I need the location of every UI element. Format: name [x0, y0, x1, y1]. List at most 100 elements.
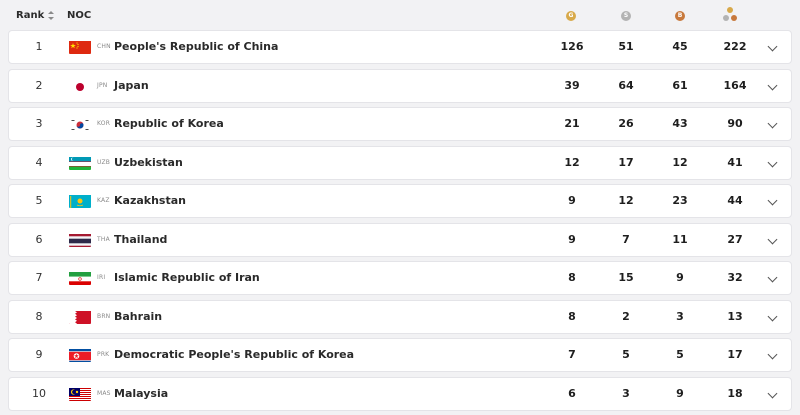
china-flag-icon: [69, 40, 91, 54]
noc-code: IRI: [97, 274, 106, 281]
silver-count: 15: [618, 271, 634, 284]
silver-count: 5: [622, 348, 630, 361]
noc-header-label: NOC: [67, 10, 92, 21]
chevron-down-icon[interactable]: [767, 118, 778, 129]
chevron-down-icon[interactable]: [767, 234, 778, 244]
silver-count: 2: [622, 309, 630, 323]
chevron-down-icon[interactable]: [767, 272, 778, 283]
noc-code: PRK: [97, 351, 110, 358]
sort-arrows-icon[interactable]: [48, 11, 55, 20]
chevron-down-icon[interactable]: [767, 41, 778, 52]
total-count: 222: [723, 40, 747, 53]
bronze-count: 5: [676, 348, 684, 361]
noc-code: UZB: [97, 158, 111, 166]
bronze-count: 3: [676, 309, 684, 323]
chevron-down-icon[interactable]: [767, 311, 778, 321]
noc-code: CHN: [97, 43, 111, 50]
noc-name: Republic of Korea: [114, 117, 224, 130]
rank-cell: 6: [35, 232, 43, 246]
rank-cell: 8: [35, 309, 43, 323]
bronze-medal-icon: B: [675, 11, 685, 21]
total-count: 13: [727, 309, 743, 323]
rank-cell: 7: [35, 271, 43, 284]
noc-code: KAZ: [97, 197, 110, 204]
gold-medal-icon: G: [566, 11, 576, 21]
rank-cell: 4: [35, 155, 43, 169]
silver-count: 17: [618, 155, 634, 169]
table-row[interactable]: 7 IRI Islamic Republic of Iran 8 15 9 32: [8, 261, 792, 295]
gold-count: 8: [568, 309, 576, 323]
table-row[interactable]: 3 KOR Republic of Korea 21 26 43 90: [8, 107, 792, 141]
silver-count: 7: [622, 232, 630, 246]
silver-count: 12: [618, 194, 634, 207]
noc-code: KOR: [97, 120, 111, 127]
silver-medal-icon: S: [621, 11, 631, 21]
chevron-down-icon[interactable]: [767, 195, 778, 206]
malaysia-flag-icon: [69, 387, 91, 401]
bronze-count: 61: [672, 78, 688, 92]
total-count: 164: [723, 78, 747, 92]
table-row[interactable]: 4 UZB Uzbekistan 12 17 12 41: [8, 145, 792, 180]
table-row[interactable]: 9 PRK Democratic People's Republic of Ko…: [8, 338, 792, 372]
gold-count: 7: [568, 348, 576, 361]
total-count: 41: [727, 155, 743, 169]
chevron-down-icon[interactable]: [767, 388, 778, 398]
table-row[interactable]: 10 MAS Malaysia 6 3 9 18: [8, 376, 792, 411]
total-count: 18: [727, 386, 743, 400]
rank-cell: 2: [35, 78, 43, 92]
total-medals-icon: [723, 7, 737, 23]
noc-name: Democratic People's Republic of Korea: [114, 348, 355, 361]
medal-table: 1 CHN People's Republic of China 126 51 …: [8, 30, 792, 415]
japan-flag-icon: [69, 79, 91, 93]
total-count: 32: [727, 271, 743, 284]
noc-name: Islamic Republic of Iran: [114, 271, 260, 284]
silver-count: 3: [622, 386, 630, 400]
noc-name: Japan: [114, 78, 149, 92]
rank-sort-header[interactable]: Rank: [16, 10, 55, 21]
noc-code: JPN: [97, 81, 108, 89]
table-row[interactable]: 2 JPN Japan 39 64 61 164: [8, 68, 792, 103]
bronze-count: 11: [672, 232, 688, 246]
uzbekistan-flag-icon: [69, 156, 91, 170]
chevron-down-icon[interactable]: [767, 80, 778, 90]
table-row[interactable]: 5 KAZ Kazakhstan 9 12 23 44: [8, 184, 792, 218]
table-header: Rank NOC G S B: [0, 0, 800, 30]
noc-name: Malaysia: [114, 386, 169, 400]
total-count: 44: [727, 194, 743, 207]
noc-code: THA: [97, 235, 110, 243]
gold-count: 126: [560, 40, 584, 53]
bahrain-flag-icon: [69, 310, 91, 324]
table-row[interactable]: 8 BRN Bahrain 8 2 3 13: [8, 299, 792, 334]
chevron-down-icon[interactable]: [767, 349, 778, 360]
gold-count: 8: [568, 271, 576, 284]
thailand-flag-icon: [69, 233, 91, 247]
table-row[interactable]: 1 CHN People's Republic of China 126 51 …: [8, 30, 792, 64]
noc-code: BRN: [97, 312, 111, 320]
noc-code: MAS: [97, 389, 111, 397]
total-count: 90: [727, 117, 743, 130]
bronze-count: 45: [672, 40, 688, 53]
bronze-count: 23: [672, 194, 688, 207]
rank-cell: 1: [35, 40, 43, 53]
gold-count: 12: [564, 155, 580, 169]
silver-count: 51: [618, 40, 634, 53]
rank-header-label: Rank: [16, 10, 45, 21]
noc-name: Thailand: [114, 232, 168, 246]
noc-name: People's Republic of China: [114, 40, 279, 53]
chevron-down-icon[interactable]: [767, 157, 778, 167]
iran-flag-icon: [69, 271, 91, 285]
kazakhstan-flag-icon: [69, 194, 91, 208]
table-row[interactable]: 6 THA Thailand 9 7 11 27: [8, 222, 792, 257]
rank-cell: 3: [35, 117, 43, 130]
noc-name: Uzbekistan: [114, 155, 183, 169]
gold-count: 9: [568, 194, 576, 207]
bronze-count: 12: [672, 155, 688, 169]
rank-cell: 9: [35, 348, 43, 361]
silver-count: 64: [618, 78, 634, 92]
bronze-count: 43: [672, 117, 688, 130]
gold-count: 21: [564, 117, 580, 130]
gold-count: 9: [568, 232, 576, 246]
rank-cell: 5: [35, 194, 43, 207]
gold-count: 39: [564, 78, 580, 92]
noc-name: Bahrain: [114, 309, 163, 323]
